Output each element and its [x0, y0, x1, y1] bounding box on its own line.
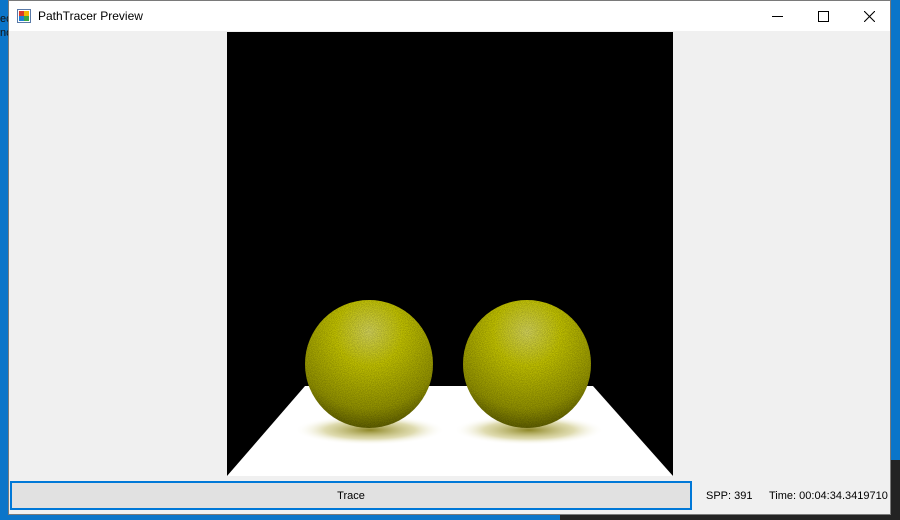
maximize-icon: [817, 10, 829, 22]
spp-label: SPP: 391: [706, 490, 753, 502]
sphere-left: [305, 300, 433, 428]
minimize-button[interactable]: [754, 1, 800, 31]
title-bar[interactable]: PathTracer Preview: [9, 1, 890, 31]
trace-button[interactable]: Trace: [10, 481, 692, 510]
time-label: Time: 00:04:34.3419710: [769, 490, 888, 502]
maximize-button[interactable]: [800, 1, 846, 31]
close-icon: [863, 10, 875, 22]
close-button[interactable]: [846, 1, 892, 31]
window-title: PathTracer Preview: [38, 9, 143, 23]
app-window: PathTracer Preview Trace SPP: 391 Time: …: [8, 0, 891, 515]
rendered-scene: [227, 32, 673, 476]
sphere-right: [463, 300, 591, 428]
minimize-icon: [771, 11, 783, 22]
render-viewport: [227, 32, 673, 476]
app-icon[interactable]: [17, 9, 31, 23]
